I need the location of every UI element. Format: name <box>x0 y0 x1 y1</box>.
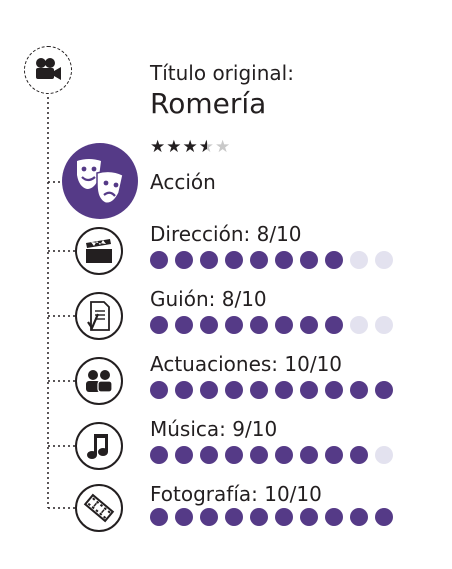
score-dot-filled <box>275 316 293 334</box>
score-dot-filled <box>275 446 293 464</box>
theatre-masks-icon <box>77 159 124 205</box>
score-dot-empty <box>375 446 393 464</box>
score-dot-empty <box>375 251 393 269</box>
script-icon <box>87 301 110 331</box>
score-dot-filled <box>225 316 243 334</box>
score-dot-filled <box>225 251 243 269</box>
star-full-icon: ★ <box>182 137 199 157</box>
score-dot-filled <box>225 508 243 526</box>
score-dot-filled <box>300 381 318 399</box>
score-dot-filled <box>150 316 168 334</box>
score-dot-filled <box>350 446 368 464</box>
score-dot-filled <box>325 251 343 269</box>
score-dot-filled <box>175 508 193 526</box>
direction-score-dots <box>150 251 393 269</box>
score-dot-filled <box>275 251 293 269</box>
film-strip-icon <box>83 493 115 523</box>
music-note-icon <box>87 434 108 459</box>
score-dot-empty <box>350 316 368 334</box>
music-score-dots <box>150 446 393 464</box>
score-dot-filled <box>300 508 318 526</box>
direction-badge <box>75 227 123 275</box>
acting-badge <box>75 357 123 405</box>
score-dot-filled <box>200 316 218 334</box>
acting-label: Actuaciones: 10/10 <box>150 352 343 376</box>
direction-label: Dirección: 8/10 <box>150 222 302 246</box>
genre-label: Acción <box>150 170 216 194</box>
score-dot-empty <box>375 316 393 334</box>
score-dot-filled <box>175 251 193 269</box>
score-dot-filled <box>325 508 343 526</box>
score-dot-filled <box>150 251 168 269</box>
star-half-icon: ★ <box>198 137 215 157</box>
score-dot-filled <box>250 381 268 399</box>
music-label: Música: 9/10 <box>150 417 278 441</box>
score-dot-filled <box>325 316 343 334</box>
star-rating: ★★★★★ <box>150 137 231 157</box>
photography-score-dots <box>150 508 393 526</box>
score-dot-filled <box>250 446 268 464</box>
score-dot-filled <box>250 316 268 334</box>
photography-badge <box>75 484 123 532</box>
actors-icon <box>86 370 113 393</box>
score-dot-filled <box>200 446 218 464</box>
score-dot-filled <box>300 251 318 269</box>
photography-label: Fotografía: 10/10 <box>150 482 322 506</box>
movie-title: Romería <box>150 87 267 120</box>
score-dot-filled <box>175 446 193 464</box>
score-dot-filled <box>275 381 293 399</box>
score-dot-filled <box>300 446 318 464</box>
star-full-icon: ★ <box>166 137 183 157</box>
score-dot-filled <box>150 446 168 464</box>
clapperboard-icon <box>86 239 112 263</box>
score-dot-filled <box>200 381 218 399</box>
score-dot-filled <box>200 508 218 526</box>
original-title-label: Título original: <box>150 61 294 85</box>
score-dot-filled <box>325 381 343 399</box>
script-label: Guión: 8/10 <box>150 287 267 311</box>
score-dot-filled <box>350 508 368 526</box>
score-dot-filled <box>175 316 193 334</box>
score-dot-filled <box>200 251 218 269</box>
score-dot-filled <box>250 251 268 269</box>
score-dot-filled <box>375 381 393 399</box>
score-dot-filled <box>250 508 268 526</box>
movie-camera-badge <box>24 46 72 94</box>
score-dot-filled <box>225 446 243 464</box>
score-dot-filled <box>275 508 293 526</box>
music-badge <box>75 422 123 470</box>
script-badge <box>75 292 123 340</box>
score-dot-filled <box>300 316 318 334</box>
score-dot-empty <box>350 251 368 269</box>
score-dot-filled <box>175 381 193 399</box>
score-dot-filled <box>150 381 168 399</box>
genre-badge <box>62 143 138 219</box>
script-score-dots <box>150 316 393 334</box>
score-dot-filled <box>150 508 168 526</box>
star-full-icon: ★ <box>150 137 167 157</box>
movie-camera-icon <box>36 58 61 80</box>
score-dot-filled <box>375 508 393 526</box>
score-dot-filled <box>325 446 343 464</box>
acting-score-dots <box>150 381 393 399</box>
star-empty-icon: ★ <box>215 137 232 157</box>
score-dot-filled <box>350 381 368 399</box>
score-dot-filled <box>225 381 243 399</box>
